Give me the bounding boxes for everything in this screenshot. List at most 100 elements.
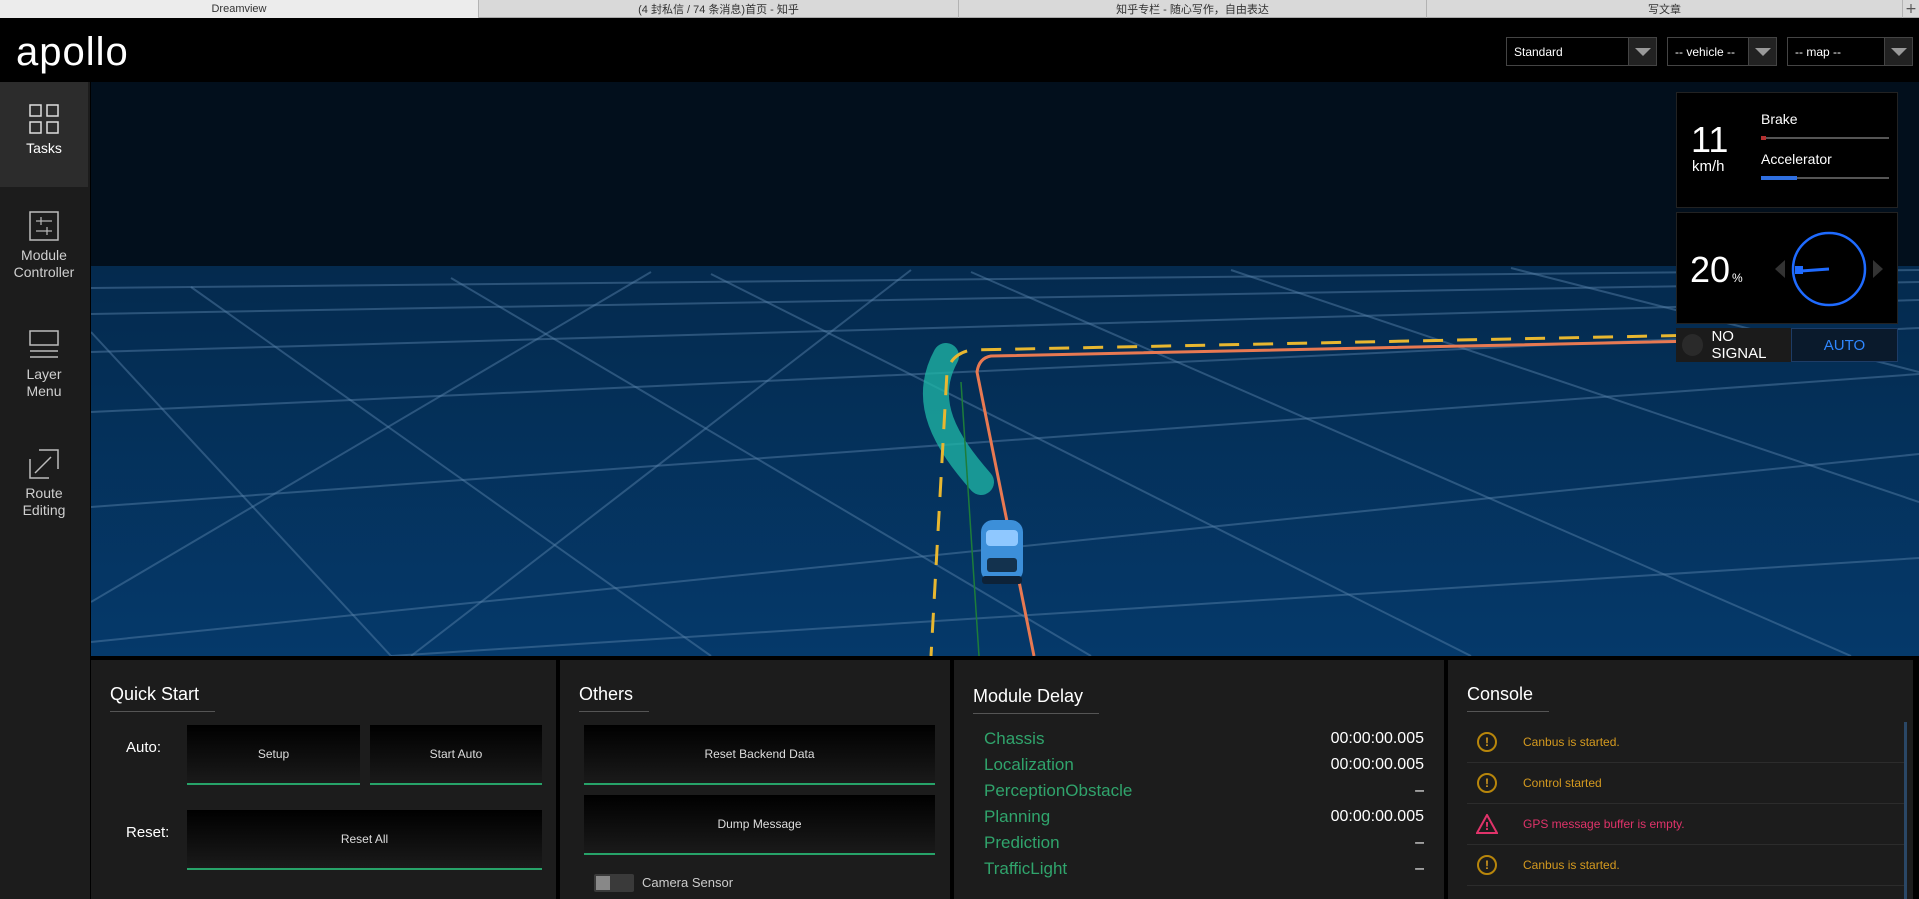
browser-tab-bar: Dreamview (4 封私信 / 74 条消息)首页 - 知乎 知乎专栏 -… [0,0,1919,18]
error-triangle-icon: ! [1467,814,1507,834]
chevron-down-icon[interactable] [1884,38,1912,65]
sky-area [91,82,1919,266]
delay-value: – [1415,834,1424,851]
delay-value: 00:00:00.005 [1330,730,1424,747]
signal-row: NO SIGNAL AUTO [1676,328,1898,362]
warning-icon: ! [1467,855,1507,875]
sidebar-item-route-editing[interactable]: Route Editing [0,425,88,544]
panel-title: Others [579,684,650,712]
steering-panel: 20% [1676,212,1898,324]
module-delay-panel: Module Delay Chassis 00:00:00.005 Locali… [954,660,1444,899]
delay-row: Prediction – [984,830,1424,856]
sidebar: Tasks Module Controller Layer Menu Route… [0,82,90,899]
delay-module-name: TrafficLight [984,859,1068,878]
camera-sensor-toggle[interactable] [594,874,634,892]
layer-menu-icon [29,330,59,358]
camera-sensor-label: Camera Sensor [642,875,734,890]
panel-title: Console [1467,684,1550,712]
vehicle-select-value: -- vehicle -- [1675,44,1736,59]
panel-title: Module Delay [973,686,1100,714]
delay-value: 00:00:00.005 [1330,756,1424,773]
steering-value: 20% [1690,249,1743,291]
mode-select[interactable]: Standard [1506,37,1657,66]
delay-row: Planning 00:00:00.005 [984,804,1424,830]
vehicle-select[interactable]: -- vehicle -- [1667,37,1777,66]
delay-module-name: Chassis [984,729,1045,748]
turn-right-indicator [1873,260,1883,278]
sidebar-item-tasks[interactable]: Tasks [0,82,88,187]
delay-row: PerceptionObstacle – [984,778,1424,804]
sidebar-item-layer-menu[interactable]: Layer Menu [0,306,88,425]
brake-bar [1761,136,1889,140]
chevron-down-icon[interactable] [1748,38,1776,65]
speed-panel: 11 km/h Brake Accelerator [1676,92,1898,208]
console-message-list[interactable]: ! Canbus is started. ! Control started !… [1467,722,1907,899]
delay-module-name: Planning [984,807,1051,826]
console-message: ! GPS message buffer is empty. [1467,804,1904,845]
sidebar-item-label: Module Controller [13,247,75,280]
steering-wheel-icon [1775,231,1883,307]
app-header: apollo Standard -- vehicle -- -- map -- [0,18,1919,82]
route-editing-icon [29,449,59,479]
mode-select-value: Standard [1514,44,1563,59]
others-panel: Others Reset Backend Data Dump Message C… [560,660,950,899]
accelerator-bar-fill [1761,176,1797,180]
new-tab-button[interactable]: + [1903,0,1919,17]
console-message-text: Canbus is started. [1523,858,1620,872]
delay-row: Chassis 00:00:00.005 [984,726,1424,752]
console-message: ! Canbus is started. [1467,722,1904,763]
reset-backend-data-button[interactable]: Reset Backend Data [584,725,935,785]
signal-text: NO SIGNAL [1711,328,1767,362]
toggle-knob [596,876,610,890]
sidebar-item-module-controller[interactable]: Module Controller [0,187,88,306]
ego-vehicle [981,520,1023,584]
delay-module-name: Localization [984,755,1074,774]
steering-number: 20 [1690,249,1731,290]
signal-light-icon [1682,334,1704,356]
browser-tab-write-article[interactable]: 写文章 [1427,0,1903,18]
delay-value: – [1415,782,1424,799]
warning-icon: ! [1467,732,1507,752]
browser-tab-zhihu-home[interactable]: (4 封私信 / 74 条消息)首页 - 知乎 [479,0,959,18]
bottom-panels: Quick Start Auto: Setup Start Auto Reset… [91,656,1919,899]
console-message: ! Control started [1467,763,1904,804]
accelerator-label: Accelerator [1761,151,1832,167]
setup-button[interactable]: Setup [187,725,360,785]
reset-all-button[interactable]: Reset All [187,810,542,870]
panel-title: Quick Start [110,684,216,712]
sidebar-item-label: Route Editing [22,485,66,518]
speed-value: 11 [1691,119,1729,160]
svg-text:!: ! [1484,820,1489,833]
module-controller-icon [29,211,59,241]
grid-icon [29,104,59,134]
reset-label: Reset: [126,824,170,841]
dashboard: 11 km/h Brake Accelerator 20% NO SIGNAL … [1676,92,1898,362]
turn-signal-indicator: NO SIGNAL [1676,328,1791,362]
start-auto-button[interactable]: Start Auto [370,725,542,785]
delay-row: TrafficLight – [984,856,1424,882]
auto-label: Auto: [126,739,162,756]
chevron-down-icon[interactable] [1628,38,1656,65]
brake-label: Brake [1761,111,1798,127]
console-panel: Console ! Canbus is started. ! Control s… [1448,660,1913,899]
browser-tab-zhihu-column[interactable]: 知乎专栏 - 随心写作，自由表达 [959,0,1427,18]
scene-canvas[interactable] [91,82,1919,656]
console-message-text: Control started [1523,776,1602,790]
warning-icon: ! [1467,773,1507,793]
apollo-logo: apollo [16,30,129,74]
scene-view[interactable] [91,82,1919,656]
delay-value: – [1415,860,1424,877]
map-select[interactable]: -- map -- [1787,37,1913,66]
map-select-value: -- map -- [1795,44,1841,59]
turn-left-indicator [1775,260,1785,278]
steering-unit: % [1732,271,1743,285]
speed-unit: km/h [1692,158,1725,175]
browser-tab-dreamview[interactable]: Dreamview [0,0,479,18]
ground-plane [91,266,1919,656]
console-message: ! Canbus is started. [1467,845,1904,886]
delay-module-name: PerceptionObstacle [984,781,1133,800]
delay-row: Localization 00:00:00.005 [984,752,1424,778]
console-message-text: GPS message buffer is empty. [1523,817,1685,831]
delay-module-name: Prediction [984,833,1060,852]
dump-message-button[interactable]: Dump Message [584,795,935,855]
